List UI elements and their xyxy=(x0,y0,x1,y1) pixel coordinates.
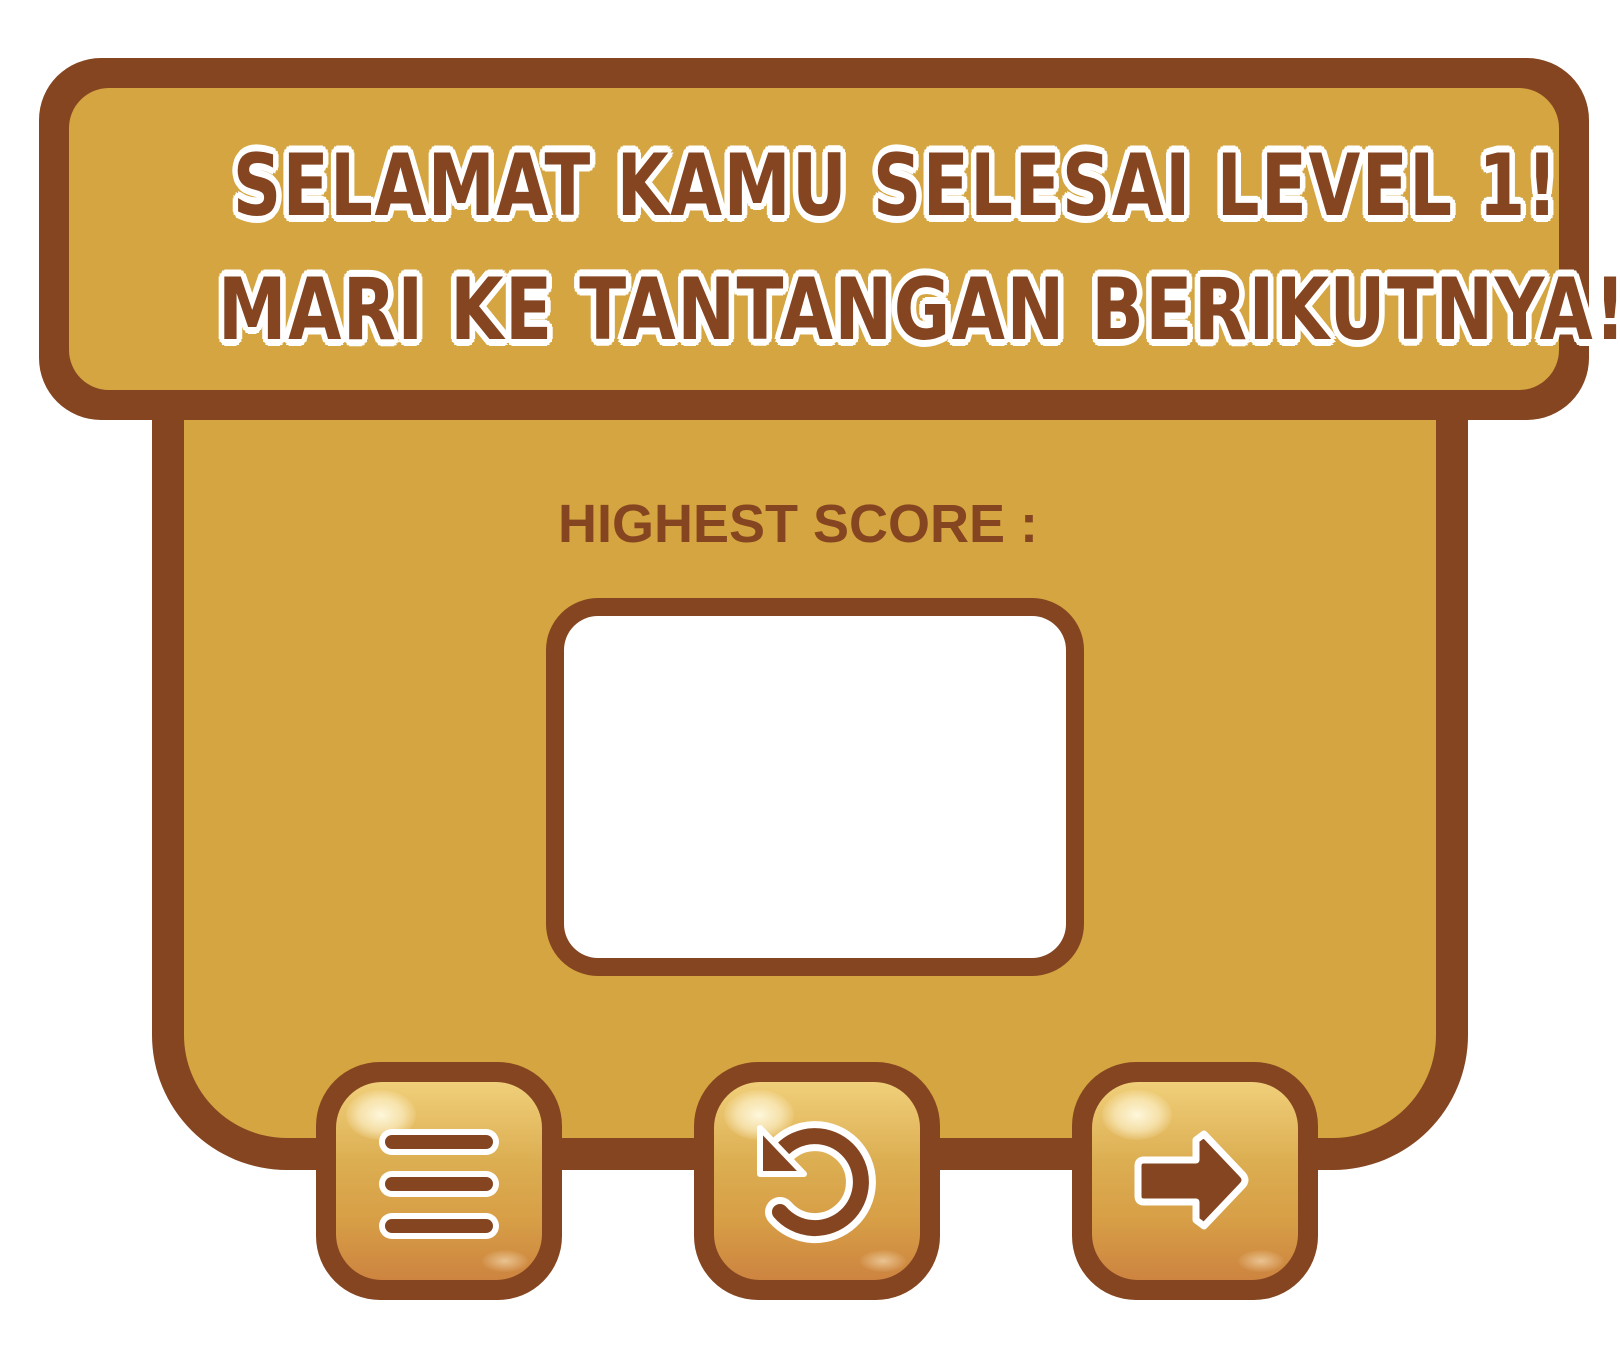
next-challenge-subtitle: MARI KE TANTANGAN BERIKUTNYA! xyxy=(218,260,1620,360)
menu-button[interactable] xyxy=(316,1062,562,1300)
menu-icon xyxy=(379,1129,499,1239)
next-level-button[interactable] xyxy=(1072,1062,1318,1300)
title-banner: SELAMAT KAMU SELESAI LEVEL 1! MARI KE TA… xyxy=(39,58,1620,420)
level-complete-screen: SELAMAT KAMU SELESAI LEVEL 1! MARI KE TA… xyxy=(0,0,1620,1354)
congrats-title: SELAMAT KAMU SELESAI LEVEL 1! xyxy=(232,136,1559,236)
score-display-box xyxy=(546,598,1084,976)
title-banner-inner: SELAMAT KAMU SELESAI LEVEL 1! MARI KE TA… xyxy=(69,88,1620,390)
arrow-right-icon xyxy=(1134,1130,1249,1230)
score-display-inner xyxy=(564,616,1066,958)
highest-score-label: HIGHEST SCORE : xyxy=(0,492,1620,556)
retry-icon xyxy=(757,1121,876,1244)
highest-score-label-text: HIGHEST SCORE : xyxy=(557,494,1039,554)
retry-button[interactable] xyxy=(694,1062,940,1300)
